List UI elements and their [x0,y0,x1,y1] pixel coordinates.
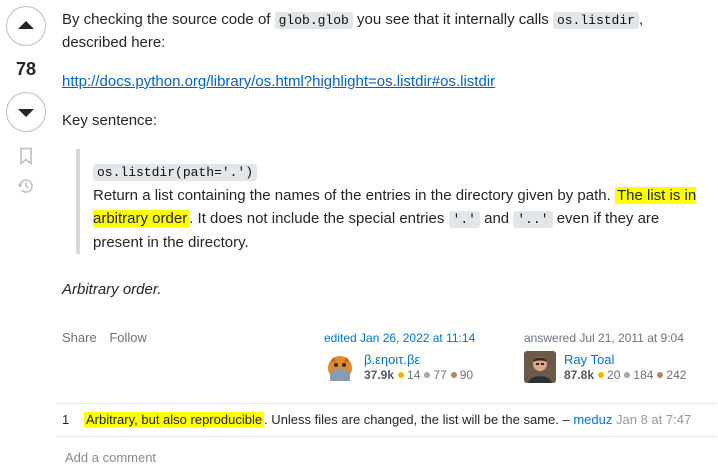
post-meta: Share Follow edited Jan 26, 2022 at 11:1… [62,328,712,388]
vote-column: 78 [4,6,48,198]
docs-link-paragraph: http://docs.python.org/library/os.html?h… [62,71,495,93]
comment-user[interactable]: meduz [573,412,612,427]
silver-badge-icon [424,372,431,378]
editor-name[interactable]: β.εηοιτ.βε [364,352,473,367]
silver-badge-icon [624,372,631,378]
intro-text-mid: you see that it internally calls [352,11,553,28]
add-comment-link[interactable]: Add a comment [65,450,716,465]
downvote-icon [18,109,34,117]
share-link[interactable]: Share [62,330,97,345]
comments-section: 1 Arbitrary, but also reproducible. Unle… [56,403,716,465]
downvote-button[interactable] [6,92,46,132]
closing-text: Arbitrary order. [62,281,162,298]
intro-text: By checking the source code of [62,11,275,28]
vote-count: 78 [15,59,37,79]
comment-date[interactable]: Jan 8 at 7:47 [616,412,691,427]
author-reputation: 87.8k 20 184 242 [564,368,686,382]
intro-paragraph: By checking the source code of glob.glob… [62,9,712,54]
upvote-icon [18,21,34,29]
editor-silver-count: 77 [433,368,447,382]
editor-reputation: 37.9k 14 77 90 [364,368,473,382]
author-signature: answered Jul 21, 2011 at 9:04 Ray Toal 8… [524,331,686,383]
gold-badge-icon [598,372,605,378]
key-sentence: Key sentence: [62,112,158,129]
quote-text: Return a list containing the names of th… [93,187,615,204]
inline-code-listdir: os.listdir [552,12,639,29]
editor-card: β.εηοιτ.βε 37.9k 14 77 90 [324,351,475,383]
bronze-badge-icon [450,372,457,378]
inline-code-dot: '.' [448,211,480,228]
quote-code: os.listdir(path='.') [93,164,258,181]
history-button[interactable] [14,174,38,198]
bookmark-icon [20,147,32,165]
editor-gold-count: 14 [407,368,421,382]
comment-highlight: Arbitrary, but also reproducible [84,412,265,427]
quote-paragraph: Return a list containing the names of th… [93,184,712,254]
quote-code-line: os.listdir(path='.') [93,161,712,184]
author-silver-count: 184 [633,368,654,382]
editor-bronze-count: 90 [459,368,474,382]
author-avatar[interactable] [524,351,556,383]
bronze-badge-icon [657,372,664,378]
comment-body: Arbitrary, but also reproducible. Unless… [84,411,691,429]
author-bronze-count: 242 [666,368,687,382]
upvote-button[interactable] [6,6,46,46]
follow-link[interactable]: Follow [109,330,147,345]
bookmark-button[interactable] [14,144,38,168]
post-actions: Share Follow [62,330,156,345]
edited-label[interactable]: edited Jan 26, 2022 at 11:14 [324,331,475,345]
author-card: Ray Toal 87.8k 20 184 242 [524,351,686,383]
history-icon [17,179,33,193]
comment: 1 Arbitrary, but also reproducible. Unle… [56,404,716,437]
answered-label: answered Jul 21, 2011 at 9:04 [524,331,684,345]
author-rep-score: 87.8k [564,368,595,382]
quote-and: and [479,210,514,227]
inline-code-dotdot: '..' [513,211,553,228]
docs-link[interactable]: http://docs.python.org/library/os.html?h… [62,73,495,90]
comment-text: . Unless files are changed, the list wil… [264,412,574,427]
editor-signature: edited Jan 26, 2022 at 11:14 β.εηοιτ.βε … [324,331,475,383]
quote-text-2: . It does not include the special entrie… [189,210,449,227]
comment-score: 1 [62,412,70,427]
gold-badge-icon [398,372,405,378]
editor-avatar[interactable] [324,351,356,383]
blockquote: os.listdir(path='.') Return a list conta… [76,149,712,254]
inline-code-glob: glob.glob [274,12,353,29]
editor-rep-score: 37.9k [364,368,395,382]
author-gold-count: 20 [607,368,621,382]
author-name[interactable]: Ray Toal [564,352,686,367]
